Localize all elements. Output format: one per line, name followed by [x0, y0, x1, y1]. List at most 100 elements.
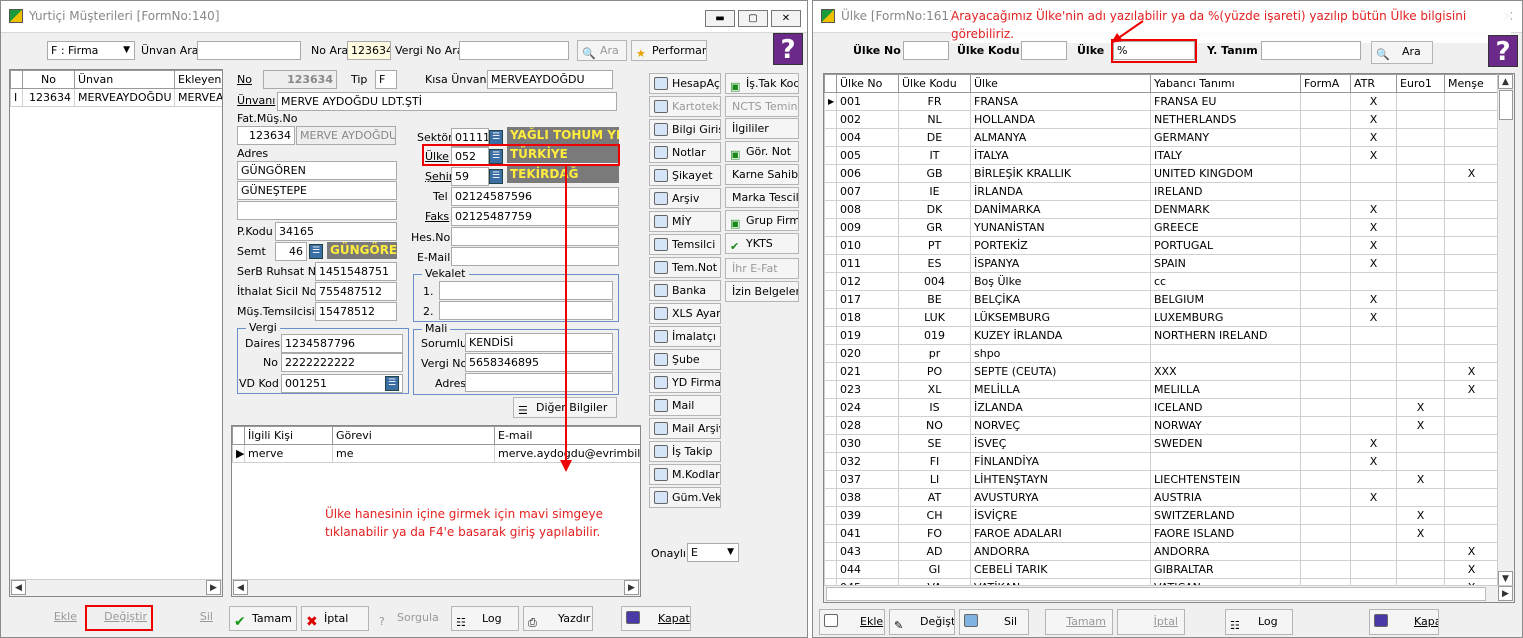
col-header[interactable]: Ülke	[970, 74, 1151, 93]
table-row[interactable]: 037LILİHTENŞTAYNLIECHTENSTEINXEF	[824, 470, 1514, 489]
col-header[interactable]: Ülke No	[836, 74, 899, 93]
row-marker	[824, 236, 837, 255]
table-cell: 044	[836, 560, 899, 579]
table-cell: İSPANYA	[970, 254, 1151, 273]
table-cell	[1396, 254, 1445, 273]
table-row[interactable]: 038ATAVUSTURYAAUSTRIAXAT	[824, 488, 1514, 507]
table-row[interactable]: 002NLHOLLANDANETHERLANDSXAT	[824, 110, 1514, 129]
table-cell	[1350, 362, 1397, 381]
table-cell	[1300, 272, 1351, 291]
table-cell: X	[1444, 380, 1499, 399]
table-cell: UNITED KINGDOM	[1150, 164, 1301, 183]
table-row[interactable]: ▶001FRFRANSAFRANSA EUXAT	[824, 92, 1514, 111]
ekle-button[interactable]: Ekle	[819, 609, 885, 635]
grid-hscroll[interactable]: ▶	[824, 585, 1514, 602]
col-header[interactable]: Yabancı Tanımı	[1150, 74, 1301, 93]
table-cell: 019	[836, 326, 899, 345]
table-row[interactable]: 018LUKLÜKSEMBURGLUXEMBURGXAT	[824, 308, 1514, 327]
table-cell	[1300, 488, 1351, 507]
col-header[interactable]: FormA	[1300, 74, 1351, 93]
col-header[interactable]: Menşe	[1444, 74, 1499, 93]
col-header[interactable]: Euro1	[1396, 74, 1445, 93]
table-row[interactable]: 021POSEPTE (CEUTA)XXXXDİ	[824, 362, 1514, 381]
table-cell: XXX	[1150, 362, 1301, 381]
tamam-button[interactable]: Tamam	[1045, 609, 1113, 635]
table-cell: 038	[836, 488, 899, 507]
log-button[interactable]: ☷ Log	[1225, 609, 1293, 635]
grid-vscroll[interactable]: ▲ ▼	[1497, 74, 1514, 586]
table-cell: 009	[836, 218, 899, 237]
table-row[interactable]: 004DEALMANYAGERMANYXAT	[824, 128, 1514, 147]
table-cell: LI	[898, 470, 971, 489]
table-cell	[1444, 524, 1499, 543]
scroll-up-icon[interactable]: ▲	[1498, 74, 1513, 89]
table-cell: Boş Ülke	[970, 272, 1151, 291]
table-cell	[1444, 344, 1499, 363]
table-cell	[1444, 470, 1499, 489]
table-row[interactable]: 024ISİZLANDAICELANDXEF	[824, 398, 1514, 417]
table-row[interactable]: 044GICEBELİ TARIKGIBRALTARXDİ	[824, 560, 1514, 579]
kapat-button[interactable]: Kapat	[1369, 609, 1439, 635]
table-row[interactable]: 017BEBELÇİKABELGIUMXAT	[824, 290, 1514, 309]
table-cell	[1300, 398, 1351, 417]
table-row[interactable]: 028NONORVEÇNORWAYXEF	[824, 416, 1514, 435]
table-cell	[1396, 236, 1445, 255]
table-cell	[1444, 326, 1499, 345]
table-row[interactable]: 041FOFAROE ADALARIFAORE ISLANDXFA	[824, 524, 1514, 543]
table-row[interactable]: 030SEİSVEÇSWEDENXAT	[824, 434, 1514, 453]
table-cell	[1444, 416, 1499, 435]
table-cell: ICELAND	[1150, 398, 1301, 417]
table-cell: X	[1350, 290, 1397, 309]
table-row[interactable]: 007IEİRLANDAIRELANDBK	[824, 182, 1514, 201]
table-cell	[1396, 560, 1445, 579]
scroll-thumb[interactable]	[1499, 90, 1513, 120]
table-cell: LUK	[898, 308, 971, 327]
table-row[interactable]: 019 019 KUZEY İRLANDA NORTHERN IRELAND	[824, 326, 1514, 345]
scroll-right-icon[interactable]: ▶	[1498, 586, 1513, 601]
table-row[interactable]: 005ITİTALYAITALYXAT	[824, 146, 1514, 165]
scroll-hthumb[interactable]	[826, 587, 1486, 601]
scroll-down-icon[interactable]: ▼	[1498, 571, 1513, 586]
table-cell: NORWAY	[1150, 416, 1301, 435]
row-marker	[824, 416, 837, 435]
table-row[interactable]: 008DKDANİMARKADENMARKXAT	[824, 200, 1514, 219]
table-row[interactable]: 023XLMELİLLAMELILLAXDİ	[824, 380, 1514, 399]
country-grid[interactable]: Ülke No Ülke Kodu Ülke Yabancı Tanımı FormA A…	[823, 73, 1515, 603]
table-cell: SPAIN	[1150, 254, 1301, 273]
table-row[interactable]: 012 004 Boş Ülke cc	[824, 272, 1514, 291]
table-cell: shpo	[970, 344, 1151, 363]
annotation-arrow	[560, 164, 572, 472]
degistir-button[interactable]: ✎ Değiştir	[889, 609, 955, 635]
table-row[interactable]: 043ADANDORRAANDORRAXDİ	[824, 542, 1514, 561]
table-cell: FAORE ISLAND	[1150, 524, 1301, 543]
row-marker	[824, 452, 837, 471]
table-cell	[1300, 380, 1351, 399]
table-cell	[1300, 290, 1351, 309]
row-marker	[824, 542, 837, 561]
table-cell: İZLANDA	[970, 398, 1151, 417]
table-cell: DANİMARKA	[970, 200, 1151, 219]
table-cell: X	[1396, 524, 1445, 543]
table-cell: 037	[836, 470, 899, 489]
table-row[interactable]: 006GBBİRLEŞİK KRALLIKUNITED KINGDOMXBK	[824, 164, 1514, 183]
table-row[interactable]: 011ESİSPANYASPAINXAT	[824, 254, 1514, 273]
col-header[interactable]: Ülke Kodu	[898, 74, 971, 93]
table-cell: AT	[898, 488, 971, 507]
iptal-button[interactable]: İptal	[1117, 609, 1185, 635]
table-cell: X	[1350, 254, 1397, 273]
table-row[interactable]: 020 pr shpo	[824, 344, 1514, 363]
table-cell	[1350, 524, 1397, 543]
sil-button[interactable]: Sil	[959, 609, 1029, 635]
table-row[interactable]: 009GRYUNANİSTANGREECEXAT	[824, 218, 1514, 237]
table-row[interactable]: 032FIFİNLANDİYAXAT	[824, 452, 1514, 471]
table-cell: 011	[836, 254, 899, 273]
table-row[interactable]: 039CHİSVİÇRESWITZERLANDXEF	[824, 506, 1514, 525]
table-cell: X	[1350, 218, 1397, 237]
table-cell: İSVEÇ	[970, 434, 1151, 453]
table-cell: X	[1350, 308, 1397, 327]
table-cell: LİHTENŞTAYN	[970, 470, 1151, 489]
table-cell: NETHERLANDS	[1150, 110, 1301, 129]
col-header[interactable]: ATR	[1350, 74, 1397, 93]
table-cell: 004	[836, 128, 899, 147]
table-row[interactable]: 010PTPORTEKİZPORTUGALXAT	[824, 236, 1514, 255]
